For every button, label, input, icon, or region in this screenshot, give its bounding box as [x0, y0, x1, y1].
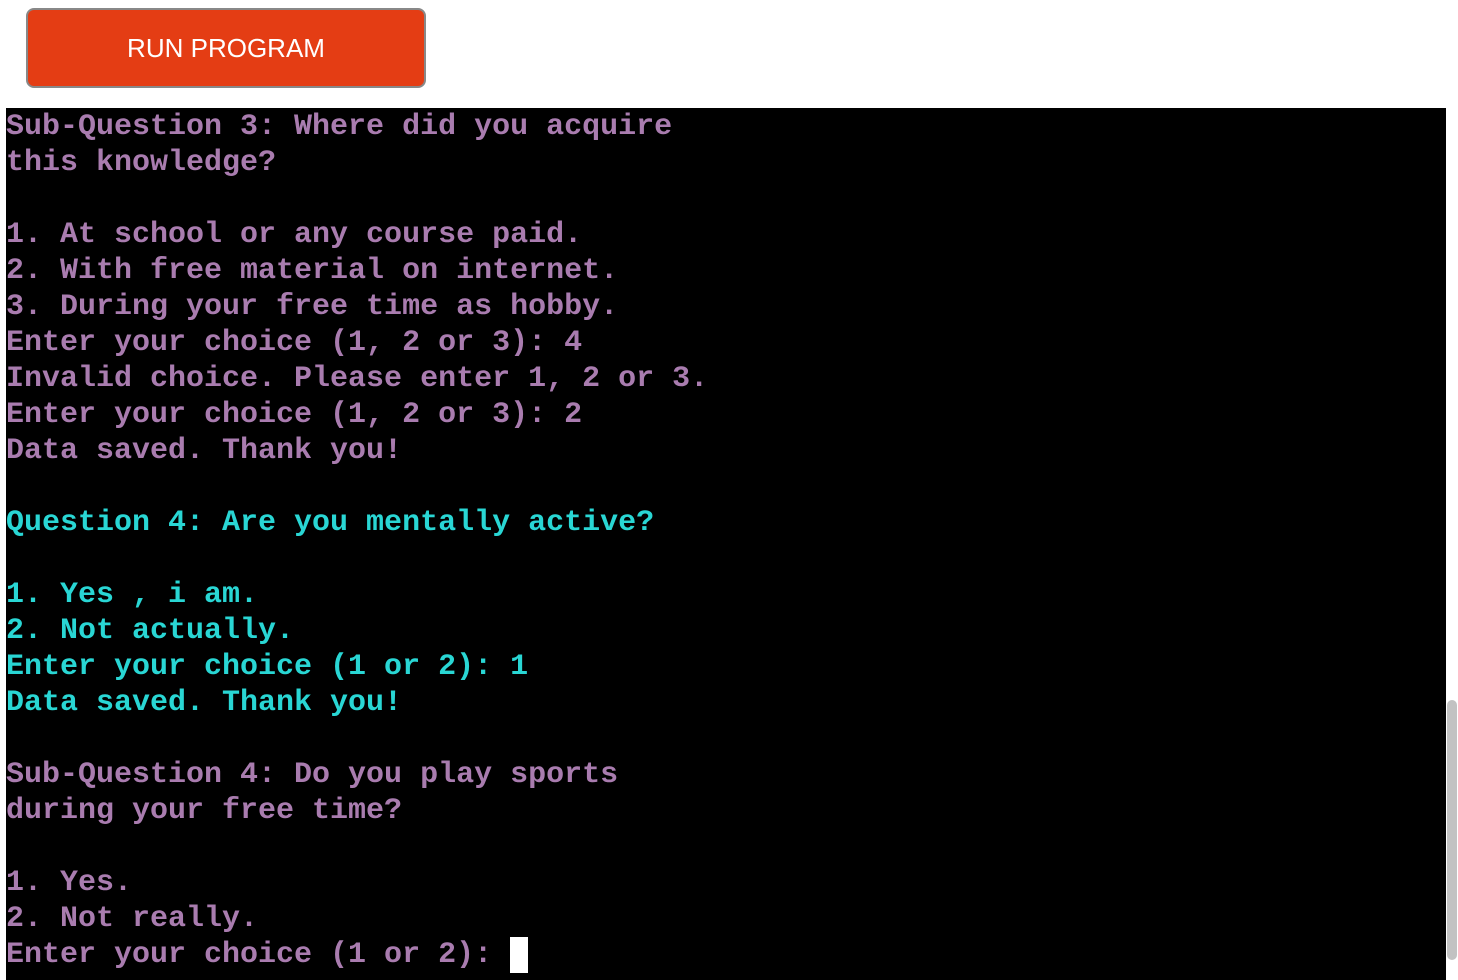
- terminal-line: Question 4: Are you mentally active?: [6, 506, 655, 540]
- terminal-line: 2. With free material on internet.: [6, 254, 619, 288]
- terminal-line: this knowledge?: [6, 146, 277, 180]
- terminal-line: Invalid choice. Please enter 1, 2 or 3.: [6, 362, 709, 396]
- terminal-line: 1. Yes , i am.: [6, 578, 259, 612]
- scrollbar-thumb[interactable]: [1447, 700, 1457, 960]
- terminal-line: Enter your choice (1, 2 or 3): 2: [6, 398, 583, 432]
- terminal-line: Enter your choice (1, 2 or 3): 4: [6, 326, 583, 360]
- terminal-line: 2. Not actually.: [6, 614, 295, 648]
- terminal-line: Data saved. Thank you!: [6, 434, 403, 468]
- terminal-line: 2. Not really.: [6, 902, 259, 936]
- run-program-button[interactable]: RUN PROGRAM: [26, 8, 426, 88]
- terminal-line: Enter your choice (1 or 2): 1: [6, 650, 529, 684]
- terminal-line: 1. At school or any course paid.: [6, 218, 583, 252]
- terminal-line: Enter your choice (1 or 2):: [6, 937, 708, 973]
- terminal-line: Data saved. Thank you!: [6, 686, 403, 720]
- terminal-output[interactable]: Sub-Question 3: Where did you acquire thi…: [6, 108, 1446, 980]
- terminal-line: 1. Yes.: [6, 866, 133, 900]
- terminal-lines: Sub-Question 3: Where did you acquire thi…: [6, 109, 708, 973]
- terminal-line: Sub-Question 3: Where did you acquire: [6, 110, 673, 144]
- terminal-line: during your free time?: [6, 794, 403, 828]
- text-cursor: [510, 937, 529, 973]
- terminal-line: 3. During your free time as hobby.: [6, 290, 619, 324]
- terminal-scrollbar[interactable]: [1446, 108, 1458, 980]
- terminal-line: Sub-Question 4: Do you play sports: [6, 758, 619, 792]
